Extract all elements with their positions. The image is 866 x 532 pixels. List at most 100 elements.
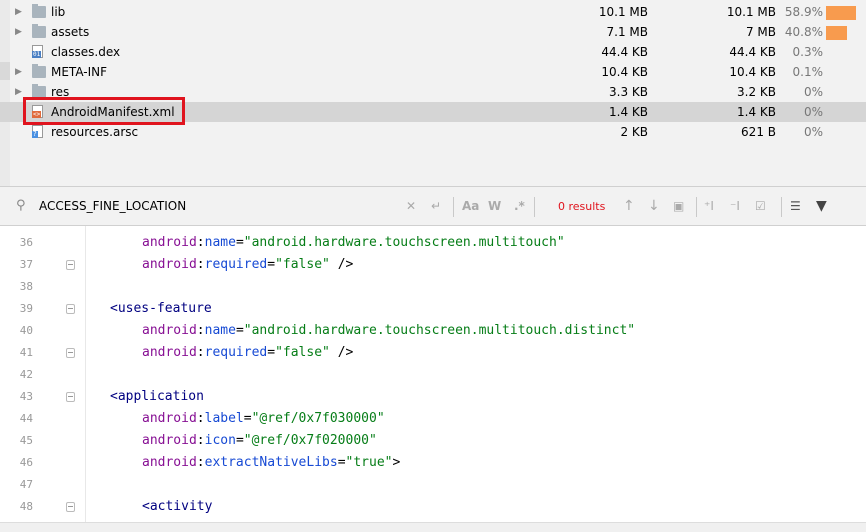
fold-marker-icon[interactable] — [66, 502, 75, 512]
code-token: = — [235, 433, 244, 448]
tree-row[interactable]: ▶ assets 7.1 MB 7 MB 40.8% — [0, 22, 866, 42]
code-token: "true" — [345, 455, 393, 470]
tree-row[interactable]: ▶ META-INF 10.4 KB 10.4 KB 0.1% — [0, 62, 866, 82]
code-line: 36 android:name="android.hardware.touchsc… — [0, 232, 866, 254]
search-icon[interactable]: ⚲ — [16, 198, 26, 213]
code-token: : — [196, 433, 205, 448]
code-token: name — [204, 323, 236, 338]
code-token: "false" — [275, 345, 330, 360]
tree-row[interactable]: ▶ lib 10.1 MB 10.1 MB 58.9% — [0, 2, 866, 22]
code-token: required — [204, 257, 268, 272]
code-token: icon — [204, 433, 236, 448]
file-name: assets — [51, 25, 90, 39]
clear-icon[interactable]: ✕ — [406, 198, 416, 214]
select-all-icon[interactable]: ☑ — [755, 198, 766, 214]
filter-lines-icon[interactable]: ☰ — [790, 198, 801, 214]
code-token: required — [204, 345, 268, 360]
regex-button[interactable]: .* — [514, 198, 525, 214]
file-size: 10.1 MB — [598, 5, 648, 19]
code-line: 46 android:extractNativeLibs="true"> — [0, 452, 866, 474]
code-line: 47 — [0, 474, 866, 496]
code-token: "@ref/0x7f030000" — [251, 411, 385, 426]
file-name: AndroidManifest.xml — [51, 105, 175, 119]
code-token: "@ref/0x7f020000" — [243, 433, 377, 448]
file-size: 44.4 KB — [601, 45, 648, 59]
size-percent: 0.1% — [792, 65, 824, 79]
code-line: 37 android:required="false" /> — [0, 254, 866, 276]
code-token: android — [142, 455, 197, 470]
code-text: android:name="android.hardware.touchscre… — [142, 232, 565, 254]
size-percent: 58.9% — [784, 5, 823, 19]
code-token: = — [337, 455, 346, 470]
code-token: <uses-feature — [110, 301, 212, 316]
folder-icon — [32, 84, 46, 98]
tree-row[interactable]: AndroidManifest.xml 1.4 KB 1.4 KB 0% — [0, 102, 866, 122]
file-size: 3.3 KB — [609, 85, 648, 99]
code-editor[interactable]: <uses-feature 36 android:name="android.har… — [0, 226, 866, 522]
arsc-file-icon — [32, 125, 43, 138]
code-token: <application — [110, 389, 204, 404]
code-text: <application — [110, 386, 204, 408]
xml-file-icon — [32, 105, 43, 118]
line-number: 40 — [19, 324, 33, 337]
tree-row[interactable]: resources.arsc 2 KB 621 B 0% — [0, 122, 866, 142]
expand-arrow-icon[interactable]: ▶ — [15, 2, 25, 22]
match-case-button[interactable]: Aa — [462, 198, 479, 214]
code-text: android:extractNativeLibs="true"> — [142, 452, 400, 474]
search-input[interactable] — [39, 195, 419, 217]
expand-arrow-icon[interactable]: ▶ — [15, 22, 25, 42]
size-share-bar — [826, 6, 856, 20]
new-line-icon[interactable]: ↵ — [431, 198, 441, 214]
filter-icon[interactable]: ▼ — [816, 198, 827, 214]
results-count: 0 results — [558, 200, 606, 213]
compressed-size: 3.2 KB — [737, 85, 776, 99]
find-bar: ⚲ ✕ ↵ Aa W .* 0 results ↑ ↓ ▣ ⁺I ⁻I ☑ ☰ … — [0, 186, 866, 226]
horizontal-scrollbar[interactable] — [0, 522, 866, 532]
remove-occurrence-icon[interactable]: ⁻I — [730, 198, 740, 214]
code-text: android:label="@ref/0x7f030000" — [142, 408, 385, 430]
fold-marker-icon[interactable] — [66, 348, 75, 358]
code-token: = — [235, 323, 244, 338]
size-percent: 0.3% — [792, 45, 824, 59]
line-number: 36 — [19, 236, 33, 249]
code-line: 45 android:icon="@ref/0x7f020000" — [0, 430, 866, 452]
size-percent: 40.8% — [784, 25, 823, 39]
expand-arrow-icon[interactable]: ▶ — [15, 82, 25, 102]
compressed-size: 10.1 MB — [726, 5, 776, 19]
file-name: lib — [51, 5, 66, 19]
line-number: 42 — [19, 368, 33, 381]
compressed-size: 1.4 KB — [737, 105, 776, 119]
code-token: : — [196, 411, 205, 426]
code-token: name — [204, 235, 236, 250]
code-token: : — [196, 257, 205, 272]
size-percent: 0% — [803, 85, 823, 99]
code-token: label — [204, 411, 244, 426]
select-all-occurrences-icon[interactable]: ▣ — [673, 198, 684, 214]
search-box: ⚲ — [10, 191, 450, 221]
code-token: > — [392, 455, 401, 470]
file-name: classes.dex — [51, 45, 121, 59]
next-occurrence-icon[interactable]: ↓ — [648, 198, 660, 214]
code-line: 43 <application — [0, 386, 866, 408]
compressed-size: 10.4 KB — [729, 65, 776, 79]
expand-arrow-icon[interactable]: ▶ — [15, 62, 25, 82]
line-number: 37 — [19, 258, 33, 271]
code-text: android:name="android.hardware.touchscre… — [142, 320, 635, 342]
previous-occurrence-icon[interactable]: ↑ — [623, 198, 635, 214]
fold-marker-icon[interactable] — [66, 260, 75, 270]
code-token: : — [196, 455, 205, 470]
tree-row[interactable]: ▶ res 3.3 KB 3.2 KB 0% — [0, 82, 866, 102]
file-tree: ▶ lib 10.1 MB 10.1 MB 58.9% ▶ assets 7.1 MB 7 MB… — [0, 0, 866, 186]
code-token: /> — [329, 257, 354, 272]
size-percent: 0% — [803, 105, 823, 119]
compressed-size: 621 B — [741, 125, 776, 139]
add-occurrence-icon[interactable]: ⁺I — [704, 198, 714, 214]
code-token: android — [142, 433, 197, 448]
whole-words-button[interactable]: W — [488, 198, 501, 214]
file-size: 10.4 KB — [601, 65, 648, 79]
fold-marker-icon[interactable] — [66, 392, 75, 402]
fold-marker-icon[interactable] — [66, 304, 75, 314]
code-text: android:required="false" /> — [142, 342, 353, 364]
line-number: 48 — [19, 500, 33, 513]
tree-row[interactable]: classes.dex 44.4 KB 44.4 KB 0.3% — [0, 42, 866, 62]
